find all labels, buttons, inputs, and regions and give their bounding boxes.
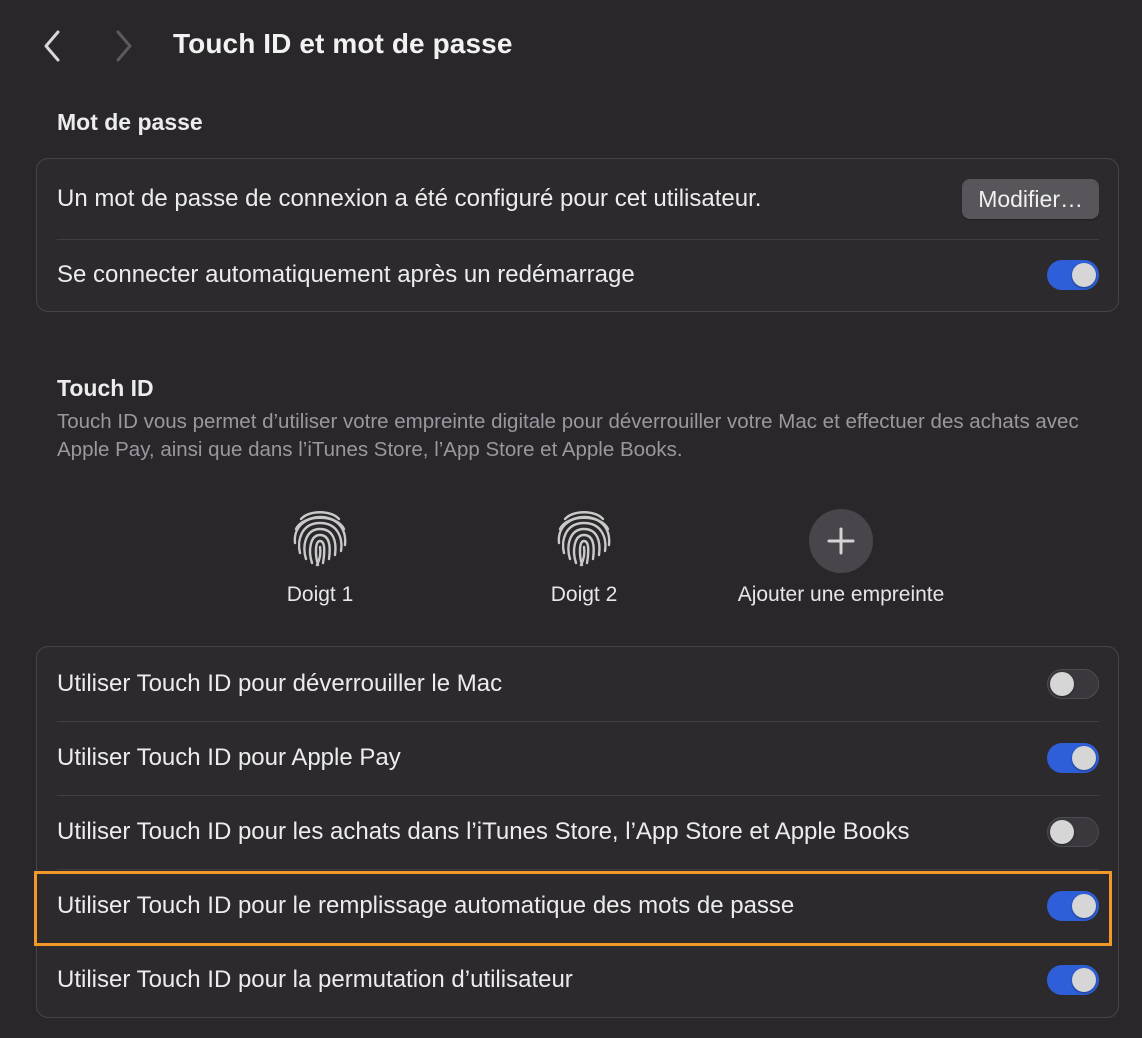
touchid-purchases-row: Utiliser Touch ID pour les achats dans l… xyxy=(37,795,1118,869)
touchid-applepay-label: Utiliser Touch ID pour Apple Pay xyxy=(57,744,401,771)
touchid-purchases-label: Utiliser Touch ID pour les achats dans l… xyxy=(57,818,910,845)
finger-2-label: Doigt 2 xyxy=(550,583,618,606)
touchid-unlock-label: Utiliser Touch ID pour déverrouiller le … xyxy=(57,670,503,697)
touchid-section-title: Touch ID xyxy=(57,375,154,401)
touchid-purchases-toggle[interactable] xyxy=(1047,817,1099,847)
forward-button[interactable] xyxy=(106,26,142,66)
password-configured-label: Un mot de passe de connexion a été confi… xyxy=(57,185,762,212)
touchid-unlock-row: Utiliser Touch ID pour déverrouiller le … xyxy=(37,647,1118,721)
touchid-user-switch-row: Utiliser Touch ID pour la permutation d’… xyxy=(37,943,1118,1017)
plus-icon xyxy=(827,527,855,555)
highlight-box xyxy=(34,871,1112,946)
touchid-applepay-row: Utiliser Touch ID pour Apple Pay xyxy=(37,721,1118,795)
touchid-unlock-toggle[interactable] xyxy=(1047,669,1099,699)
fingerprint-icon xyxy=(557,511,611,567)
add-fingerprint-label: Ajouter une empreinte xyxy=(737,583,945,606)
touchid-description: Touch ID vous permet d’utiliser votre em… xyxy=(57,410,1079,461)
back-button[interactable] xyxy=(34,26,70,66)
fingerprint-icon xyxy=(293,511,347,567)
password-configured-row: Un mot de passe de connexion a été confi… xyxy=(37,159,1118,239)
page-title: Touch ID et mot de passe xyxy=(173,28,513,59)
touchid-applepay-toggle[interactable] xyxy=(1047,743,1099,773)
add-fingerprint-button[interactable] xyxy=(809,509,873,573)
finger-1[interactable]: Doigt 1 xyxy=(220,505,420,607)
modify-password-button[interactable]: Modifier… xyxy=(962,179,1099,219)
settings-window: Touch ID et mot de passe Mot de passe Un… xyxy=(0,0,1142,1038)
touchid-user-switch-toggle[interactable] xyxy=(1047,965,1099,995)
finger-2[interactable]: Doigt 2 xyxy=(484,505,684,607)
touchid-options-panel: Utiliser Touch ID pour déverrouiller le … xyxy=(36,646,1119,1018)
add-fingerprint[interactable]: Ajouter une empreinte xyxy=(738,509,944,607)
chevron-left-icon xyxy=(44,30,60,62)
auto-login-label: Se connecter automatiquement après un re… xyxy=(57,261,635,288)
auto-login-row: Se connecter automatiquement après un re… xyxy=(37,239,1118,311)
touchid-user-switch-label: Utiliser Touch ID pour la permutation d’… xyxy=(57,966,573,993)
chevron-right-icon xyxy=(116,30,132,62)
password-panel: Un mot de passe de connexion a été confi… xyxy=(36,158,1119,312)
password-section-title: Mot de passe xyxy=(57,109,203,135)
auto-login-toggle[interactable] xyxy=(1047,260,1099,290)
finger-1-label: Doigt 1 xyxy=(286,583,354,606)
